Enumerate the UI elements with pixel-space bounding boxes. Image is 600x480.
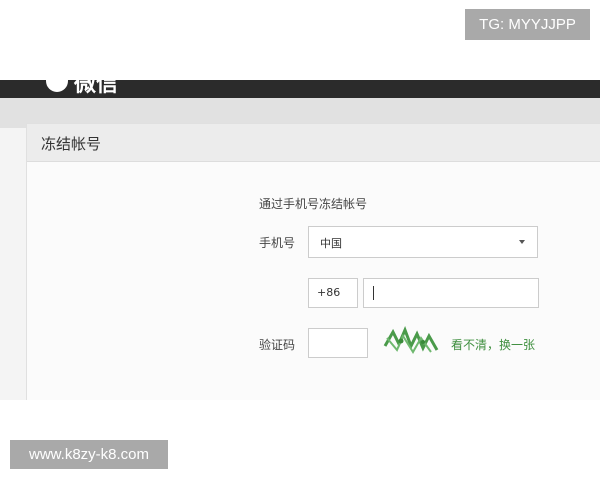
freeze-account-panel: 冻结帐号 通过手机号冻结帐号 手机号 中国 +86 验证码 看不清，换一张 xyxy=(26,123,600,400)
watermark-bottom: www.k8zy-k8.com xyxy=(10,440,168,469)
country-select-value: 中国 xyxy=(320,237,342,250)
captcha-image[interactable] xyxy=(383,324,439,358)
chevron-down-icon xyxy=(519,240,525,244)
country-select[interactable]: 中国 xyxy=(308,226,538,258)
screenshot-area: 微信 冻结帐号 通过手机号冻结帐号 手机号 中国 +86 验证码 看不清，换一张 xyxy=(0,80,600,400)
country-code-value: +86 xyxy=(317,286,341,299)
form-heading: 通过手机号冻结帐号 xyxy=(259,197,368,211)
brand-name: 微信 xyxy=(74,80,119,97)
phone-number-input[interactable] xyxy=(370,279,530,305)
refresh-captcha-link[interactable]: 看不清，换一张 xyxy=(451,336,535,353)
country-code-box[interactable]: +86 xyxy=(308,278,358,308)
top-nav-bar: 微信 xyxy=(0,80,600,98)
captcha-label: 验证码 xyxy=(259,338,296,352)
wechat-logo-icon xyxy=(46,80,68,92)
phone-label: 手机号 xyxy=(259,236,296,250)
panel-title: 冻结帐号 xyxy=(41,135,102,153)
phone-number-field[interactable] xyxy=(363,278,539,308)
panel-header: 冻结帐号 xyxy=(27,124,600,162)
text-cursor xyxy=(373,286,374,300)
watermark-top: TG: MYYJJPP xyxy=(465,9,590,40)
captcha-input[interactable] xyxy=(308,328,368,358)
